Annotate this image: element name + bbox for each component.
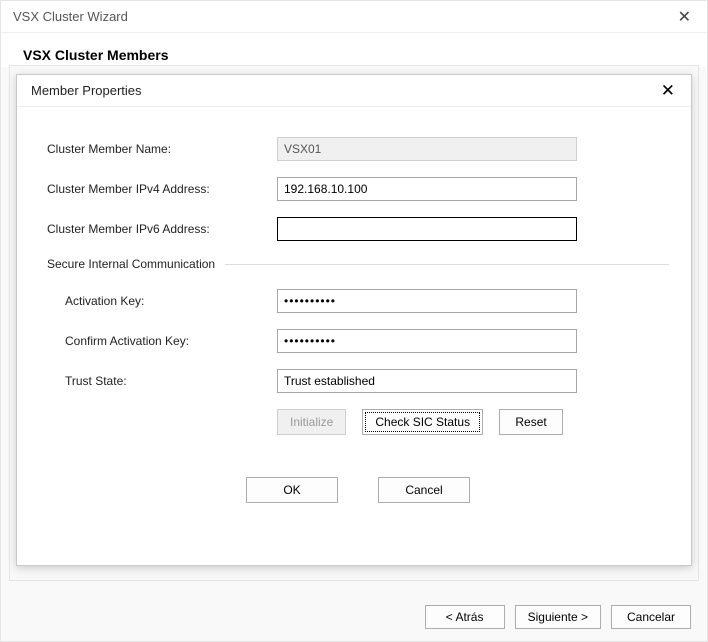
section-divider <box>225 264 669 265</box>
ipv6-address-field[interactable] <box>277 217 577 241</box>
initialize-button: Initialize <box>277 409 346 435</box>
trust-state-label: Trust State: <box>47 374 277 388</box>
cancel-wizard-button[interactable]: Cancelar <box>611 605 691 629</box>
ok-button[interactable]: OK <box>246 477 338 503</box>
member-name-field <box>277 137 577 161</box>
cancel-button[interactable]: Cancel <box>378 477 470 503</box>
dialog-body: Cluster Member Name: Cluster Member IPv4… <box>17 107 691 513</box>
ipv4-address-field[interactable] <box>277 177 577 201</box>
next-button[interactable]: Siguiente > <box>515 605 601 629</box>
wizard-titlebar: VSX Cluster Wizard ✕ <box>1 1 707 33</box>
dialog-title: Member Properties <box>31 83 142 98</box>
wizard-button-row: < Atrás Siguiente > Cancelar <box>425 605 691 629</box>
activation-key-field[interactable] <box>277 289 577 313</box>
wizard-title: VSX Cluster Wizard <box>13 9 128 24</box>
ipv6-address-label: Cluster Member IPv6 Address: <box>47 222 277 236</box>
activation-key-label: Activation Key: <box>47 294 277 308</box>
close-icon[interactable]: ✕ <box>655 81 681 101</box>
reset-button[interactable]: Reset <box>499 409 563 435</box>
close-icon[interactable]: ✕ <box>672 7 697 27</box>
confirm-activation-key-field[interactable] <box>277 329 577 353</box>
ipv4-address-label: Cluster Member IPv4 Address: <box>47 182 277 196</box>
member-properties-dialog: Member Properties ✕ Cluster Member Name:… <box>16 74 692 566</box>
sic-section-label: Secure Internal Communication <box>47 257 215 271</box>
member-name-label: Cluster Member Name: <box>47 142 277 156</box>
dialog-titlebar: Member Properties ✕ <box>17 75 691 107</box>
check-sic-status-button[interactable]: Check SIC Status <box>362 409 483 435</box>
back-button[interactable]: < Atrás <box>425 605 505 629</box>
wizard-header: VSX Cluster Members <box>1 33 707 67</box>
trust-state-field <box>277 369 577 393</box>
wizard-step-title: VSX Cluster Members <box>23 47 685 63</box>
confirm-activation-key-label: Confirm Activation Key: <box>47 334 277 348</box>
